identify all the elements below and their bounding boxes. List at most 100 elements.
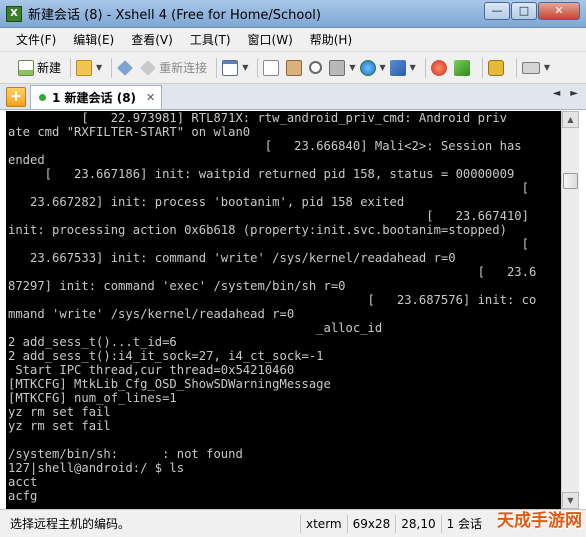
- title-bar: X 新建会话 (8) - Xshell 4 (Free for Home/Sch…: [0, 0, 586, 28]
- encoding-button[interactable]: ▼: [359, 56, 386, 80]
- terminal-line: init: processing action 0x6b618 (propert…: [8, 223, 507, 237]
- font-button[interactable]: ▼: [389, 56, 416, 80]
- window-title: 新建会话 (8) - Xshell 4 (Free for Home/Schoo…: [28, 8, 321, 23]
- reconnect-label: 重新连接: [159, 61, 208, 75]
- new-session-icon: [18, 59, 34, 76]
- maximize-button[interactable]: □: [511, 2, 537, 20]
- terminal-size: 69x28: [346, 514, 396, 533]
- menu-tools[interactable]: 工具(T): [190, 31, 231, 48]
- terminal-line: [ 23.666840] Mali<2>: Session has: [8, 139, 522, 153]
- add-tab-button[interactable]: +: [6, 87, 26, 107]
- find-button[interactable]: [309, 56, 325, 80]
- link-icon: [117, 59, 134, 76]
- terminal-line: 87297] init: command 'exec' /system/bin/…: [8, 279, 346, 293]
- toolbar-separator: [424, 57, 426, 78]
- terminal-line: 127|shell@android:/ $ ls: [8, 461, 185, 475]
- scroll-up-icon[interactable]: ▲: [562, 111, 579, 128]
- toolbar-separator: [111, 57, 113, 78]
- menu-file[interactable]: 文件(F): [16, 31, 56, 48]
- tab-scroll-right-icon[interactable]: ►: [570, 88, 578, 99]
- tab-scroll-left-icon[interactable]: ◄: [553, 88, 561, 99]
- terminal-line: [ 23.687576] init: co: [8, 293, 537, 307]
- chevron-down-icon[interactable]: ▼: [410, 63, 416, 72]
- menu-help[interactable]: 帮助(H): [310, 31, 352, 48]
- properties-icon: [222, 59, 239, 76]
- chevron-down-icon[interactable]: ▼: [242, 63, 248, 72]
- chevron-down-icon[interactable]: ▼: [96, 63, 102, 72]
- close-button[interactable]: ✕: [538, 2, 580, 20]
- keyboard-button[interactable]: ▼: [521, 56, 550, 80]
- print-button[interactable]: ▼: [329, 56, 356, 80]
- menu-edit[interactable]: 编辑(E): [73, 31, 114, 48]
- new-session-label: 新建: [37, 61, 62, 75]
- terminal-line: yz rm set fail: [8, 419, 111, 433]
- xftp-button[interactable]: [430, 56, 450, 80]
- search-icon: [309, 61, 323, 74]
- xshell-app-icon[interactable]: X: [6, 5, 22, 22]
- open-folder-button[interactable]: ▼: [76, 56, 102, 80]
- transfer-button[interactable]: [453, 56, 473, 80]
- toolbar-separator: [481, 57, 483, 78]
- connected-status-icon: [39, 94, 46, 101]
- toolbar: 新建 ▼ 重新连接 ▼ ▼ ▼ ▼ ▼: [0, 52, 586, 84]
- xftp-icon: [430, 59, 447, 76]
- terminal-line: _alloc_id: [8, 321, 383, 335]
- terminal-line: Start IPC thread,cur thread=0x54210460: [8, 363, 295, 377]
- transfer-icon: [453, 59, 470, 76]
- scroll-thumb[interactable]: [563, 173, 578, 189]
- minimize-button[interactable]: —: [484, 2, 510, 20]
- keyboard-icon: [521, 61, 540, 74]
- terminal-line: acfg: [8, 489, 38, 503]
- terminal-scrollbar[interactable]: ▲ ▼: [561, 111, 579, 509]
- status-message: 选择远程主机的编码。: [10, 517, 131, 531]
- terminal-line: ate cmd "RXFILTER-START" on wlan0: [8, 125, 251, 139]
- toolbar-separator: [216, 57, 218, 78]
- paste-icon: [286, 59, 303, 76]
- terminal-line: [MTKCFG] num_of_lines=1: [8, 391, 177, 405]
- lock-icon: [487, 59, 504, 76]
- watermark-logo: 天成手游网: [497, 511, 582, 531]
- copy-button[interactable]: [263, 56, 282, 80]
- menu-view[interactable]: 查看(V): [131, 31, 173, 48]
- chevron-down-icon[interactable]: ▼: [349, 63, 355, 72]
- toolbar-separator: [257, 57, 259, 78]
- terminal-line: [ 22.973981] RTL871X: rtw_android_priv_c…: [8, 111, 507, 125]
- terminal-line: [: [8, 237, 529, 251]
- font-icon: [389, 59, 406, 76]
- menu-bar: 文件(F) 编辑(E) 查看(V) 工具(T) 窗口(W) 帮助(H): [0, 28, 586, 52]
- terminal-line: /system/bin/sh: : not found: [8, 447, 243, 461]
- chevron-down-icon[interactable]: ▼: [380, 63, 386, 72]
- tab-session-1[interactable]: 1 新建会话 (8) ✕: [30, 85, 162, 109]
- terminal-line: 23.667282] init: process 'bootanim', pid…: [8, 195, 405, 209]
- menu-window[interactable]: 窗口(W): [248, 31, 293, 48]
- terminal-line: [: [8, 181, 529, 195]
- paste-button[interactable]: [286, 56, 305, 80]
- tab-navigation: ◄ ►: [543, 88, 578, 99]
- cursor-position: 28,10: [395, 514, 440, 533]
- terminal-output[interactable]: [ 22.973981] RTL871X: rtw_android_priv_c…: [6, 111, 561, 509]
- terminal-line: yz rm set fail: [8, 405, 111, 419]
- reconnect-icon: [140, 59, 157, 76]
- toolbar-separator: [515, 57, 517, 78]
- terminal-line: 23.667533] init: command 'write' /sys/ke…: [8, 251, 456, 265]
- properties-button[interactable]: ▼: [222, 56, 248, 80]
- reconnect-button[interactable]: 重新连接: [140, 56, 207, 80]
- connect-button[interactable]: [117, 56, 136, 80]
- terminal-line: 2 add_sess_t():i4_it_sock=27, i4_ct_sock…: [8, 349, 324, 363]
- terminal-line: [ 23.6: [8, 265, 537, 279]
- new-session-button[interactable]: 新建: [18, 56, 61, 80]
- print-icon: [329, 59, 346, 76]
- terminal-type: xterm: [300, 514, 347, 533]
- tab-close-icon[interactable]: ✕: [146, 91, 155, 104]
- terminal-line: 2 add_sess_t()...t_id=6: [8, 335, 177, 349]
- chevron-down-icon[interactable]: ▼: [544, 63, 550, 72]
- folder-icon: [76, 59, 93, 76]
- terminal-line: [MTKCFG] MtkLib_Cfg_OSD_ShowSDWarningMes…: [8, 377, 331, 391]
- terminal-line: acct: [8, 475, 38, 489]
- window-controls: — □ ✕: [483, 2, 580, 20]
- terminal-line: [ 23.667186] init: waitpid returned pid …: [8, 167, 515, 181]
- tab-label: 1 新建会话 (8): [52, 91, 137, 105]
- lock-button[interactable]: [487, 56, 507, 80]
- toolbar-separator: [70, 57, 72, 78]
